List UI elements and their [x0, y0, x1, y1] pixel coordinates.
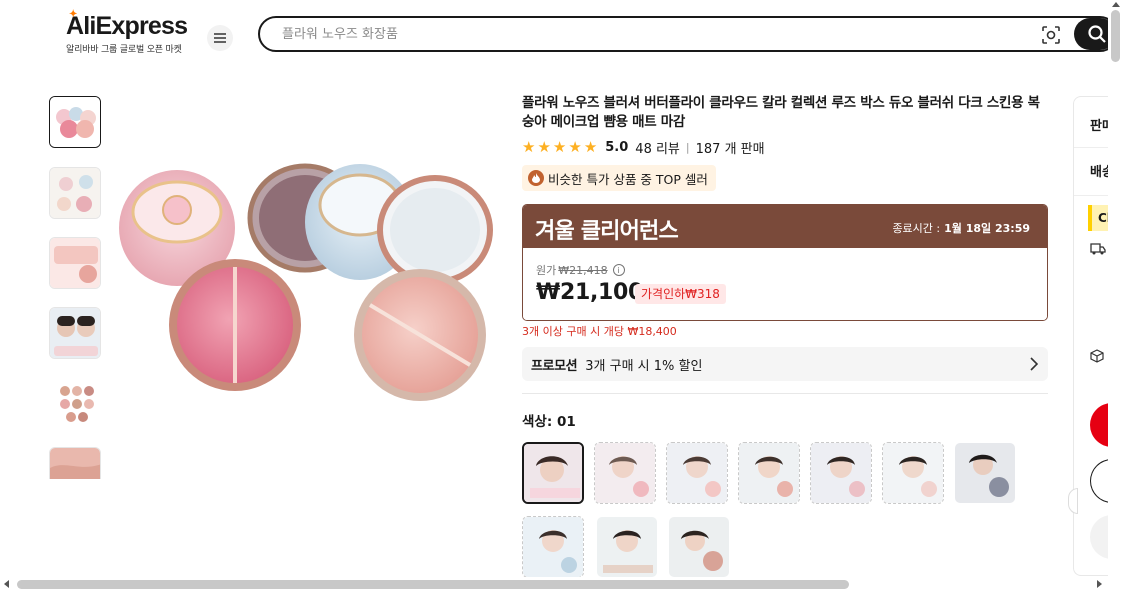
swatch-image [667, 443, 727, 503]
product-info: 플라워 노우즈 블러셔 버터플라이 클라우드 칼라 컬렉션 루즈 박스 듀오 블… [522, 94, 1048, 191]
swatch-image [524, 444, 582, 502]
logo-text: AliExpress [66, 12, 188, 40]
thumbnail-2[interactable] [49, 167, 101, 219]
image-search-button[interactable] [1040, 24, 1062, 46]
thumbnail-list [49, 96, 103, 479]
product-thumbnail-image [50, 378, 100, 428]
swatch-image [597, 517, 657, 577]
scroll-right-icon[interactable] [1097, 580, 1102, 588]
promotion-text: 3개 구매 시 1% 할인 [585, 358, 703, 374]
logo-spark-icon: ✦ [69, 9, 77, 20]
star-rating: ★ ★ ★ ★ ★ [522, 137, 598, 156]
logo-tagline: 알리바바 그룹 글로벌 오픈 마켓 [66, 45, 182, 55]
thumbnail-3[interactable] [49, 237, 101, 289]
scroll-up-icon[interactable] [1112, 2, 1120, 7]
color-swatch-10[interactable] [668, 516, 730, 578]
discount-tag: 가격인하₩318 [635, 284, 726, 304]
menu-button[interactable] [207, 25, 233, 51]
divider [522, 393, 1048, 394]
star-icon: ★ [522, 137, 536, 156]
color-swatch-05[interactable] [810, 442, 872, 504]
chevron-right-icon [1030, 357, 1038, 371]
color-swatch-08[interactable] [522, 516, 584, 578]
package-icon [1090, 349, 1104, 363]
separator: | [685, 140, 690, 154]
review-count-link[interactable]: 48 리뷰 [635, 138, 680, 157]
original-price-value: ₩21,418 [558, 263, 608, 277]
swatch-image [669, 517, 729, 577]
horizontal-scroll-thumb[interactable] [17, 580, 849, 589]
color-swatch-list [522, 442, 1052, 582]
swatch-image [811, 443, 871, 503]
info-icon[interactable]: i [612, 264, 625, 276]
bulk-price-note: 3개 이상 구매 시 개당 ₩18,400 [522, 325, 677, 338]
star-icon: ★ [552, 137, 567, 156]
site-header: ✦ AliExpress 알리바바 그룹 글로벌 오픈 마켓 [0, 0, 1118, 70]
star-icon: ★ [537, 137, 551, 156]
blush-compacts-image [119, 163, 493, 401]
camera-scan-icon [1042, 26, 1060, 44]
swatch-image [955, 443, 1015, 503]
sold-count: 187 개 판매 [695, 141, 765, 157]
scroll-left-icon[interactable] [4, 580, 9, 588]
star-icon: ★ [583, 137, 598, 156]
sale-price: ₩21,100 [536, 280, 644, 305]
star-icon: ★ [568, 137, 582, 156]
product-thumbnail-image [50, 308, 100, 358]
thumbnail-5[interactable] [49, 377, 101, 429]
original-price: 원가 ₩21,418 i [536, 262, 625, 278]
deal-end-time: 종료시간 :1월 18일 23:59 [892, 220, 1030, 236]
top-seller-text: 비슷한 특가 상품 중 TOP 셀러 [548, 171, 708, 187]
color-swatch-04[interactable] [738, 442, 800, 504]
swatch-image [739, 443, 799, 503]
product-title: 플라워 노우즈 블러셔 버터플라이 클라우드 칼라 컬렉션 루즈 박스 듀오 블… [522, 95, 1040, 130]
top-seller-badge: 비슷한 특가 상품 중 TOP 셀러 [522, 165, 716, 191]
deal-end-value: 1월 18일 23:59 [944, 222, 1030, 235]
swatch-image [523, 517, 583, 577]
thumbnail-6[interactable] [49, 447, 101, 479]
deal-end-label: 종료시간 : [892, 222, 941, 235]
promotion-row[interactable]: 프로모션 3개 구매 시 1% 할인 [522, 347, 1048, 381]
color-label: 색상: 01 [522, 414, 576, 430]
color-swatch-02[interactable] [594, 442, 656, 504]
swatch-image [595, 443, 655, 503]
rating-value: 5.0 [605, 139, 629, 155]
vertical-scrollbar[interactable] [1108, 0, 1123, 577]
search-input[interactable] [282, 18, 1022, 50]
search-icon [1088, 25, 1106, 43]
thumbnail-1[interactable] [49, 96, 101, 148]
deal-header: 겨울 클리어런스 종료시간 :1월 18일 23:59 [523, 205, 1047, 248]
color-swatch-07[interactable] [954, 442, 1016, 504]
color-swatch-03[interactable] [666, 442, 728, 504]
promotion-label: 프로모션 [531, 358, 578, 374]
original-price-label: 원가 [536, 264, 557, 277]
truck-icon [1090, 243, 1106, 255]
hamburger-icon [214, 33, 226, 43]
main-product-image[interactable] [115, 150, 505, 415]
vertical-scroll-thumb[interactable] [1111, 10, 1120, 62]
deal-name: 겨울 클리어런스 [535, 219, 679, 244]
aliexpress-logo[interactable]: ✦ AliExpress 알리바바 그룹 글로벌 오픈 마켓 [66, 9, 188, 55]
clearance-deal-box: 겨울 클리어런스 종료시간 :1월 18일 23:59 원가 ₩21,418 i… [522, 204, 1048, 321]
search-bar [258, 16, 1118, 52]
rating-row: ★ ★ ★ ★ ★ 5.0 48 리뷰 | 187 개 판매 [522, 137, 1048, 157]
color-swatch-01[interactable] [522, 442, 584, 504]
side-panel-toggle[interactable] [1068, 488, 1078, 514]
deal-price-area: 원가 ₩21,418 i ₩21,100 가격인하₩318 [523, 248, 1047, 320]
color-swatch-09[interactable] [596, 516, 658, 578]
product-thumbnail-image [50, 168, 100, 218]
horizontal-scrollbar[interactable] [0, 577, 1123, 592]
swatch-image [883, 443, 943, 503]
product-thumbnail-image [50, 448, 100, 479]
fire-badge-icon [528, 170, 544, 186]
color-swatch-06[interactable] [882, 442, 944, 504]
product-thumbnail-image [50, 238, 100, 288]
product-thumbnail-image [50, 97, 100, 147]
thumbnail-4[interactable] [49, 307, 101, 359]
